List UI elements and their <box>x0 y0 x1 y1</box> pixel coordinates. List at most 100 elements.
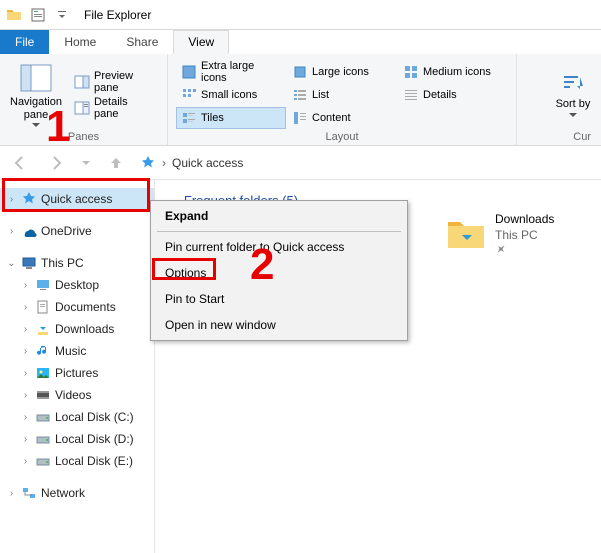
group-label-panes: Panes <box>8 131 159 143</box>
chevron-right-icon[interactable]: › <box>20 280 31 291</box>
ribbon-tabs: File Home Share View <box>0 30 601 54</box>
group-label-layout: Layout <box>176 131 508 143</box>
qat-dropdown-icon[interactable] <box>52 5 72 25</box>
ctx-pin-start[interactable]: Pin to Start <box>153 286 405 312</box>
sort-by-label: Sort by <box>556 98 591 110</box>
star-icon <box>21 191 37 207</box>
tile-location: This PC <box>495 228 554 244</box>
sort-by-button[interactable]: Sort by <box>553 58 593 131</box>
tree-pictures[interactable]: › Pictures <box>0 362 154 384</box>
tree-label: Videos <box>55 388 91 402</box>
details-pane-button[interactable]: Details pane <box>70 97 159 119</box>
chevron-right-icon[interactable]: › <box>20 302 31 313</box>
documents-icon <box>35 299 51 315</box>
layout-extra-large[interactable]: Extra large icons <box>176 61 286 83</box>
navigation-pane-label: Navigation pane <box>10 96 62 120</box>
chevron-right-icon[interactable]: › <box>20 390 31 401</box>
up-button[interactable] <box>104 151 128 175</box>
preview-pane-icon <box>74 74 90 90</box>
downloads-icon <box>35 321 51 337</box>
context-menu: Expand Pin current folder to Quick acces… <box>150 200 408 341</box>
large-icons-icon <box>292 64 308 80</box>
network-icon <box>21 485 37 501</box>
navigation-pane-button[interactable]: Navigation pane <box>8 58 64 131</box>
window-title: File Explorer <box>84 8 151 22</box>
tree-desktop[interactable]: › Desktop <box>0 274 154 296</box>
forward-button[interactable] <box>44 151 68 175</box>
layout-medium[interactable]: Medium icons <box>398 61 508 83</box>
ribbon: Navigation pane Preview pane Details pan… <box>0 54 601 146</box>
tree-local-disk-e[interactable]: › Local Disk (E:) <box>0 450 154 472</box>
tab-home[interactable]: Home <box>49 30 111 54</box>
tree-label: OneDrive <box>41 224 92 238</box>
chevron-right-icon[interactable]: › <box>6 488 17 499</box>
drive-icon <box>35 431 51 447</box>
folder-downloads-icon <box>445 212 487 254</box>
tab-view[interactable]: View <box>173 30 229 54</box>
chevron-down-icon[interactable]: ⌄ <box>6 258 17 269</box>
videos-icon <box>35 387 51 403</box>
tree-videos[interactable]: › Videos <box>0 384 154 406</box>
desktop-icon <box>35 277 51 293</box>
chevron-right-icon[interactable]: › <box>20 434 31 445</box>
back-button[interactable] <box>8 151 32 175</box>
details-pane-icon <box>74 100 90 116</box>
tree-label: Music <box>55 344 86 358</box>
properties-icon[interactable] <box>28 5 48 25</box>
tree-label: Local Disk (C:) <box>55 410 134 424</box>
layout-details[interactable]: Details <box>398 84 508 106</box>
layout-tiles[interactable]: Tiles <box>176 107 286 129</box>
preview-pane-label: Preview pane <box>94 70 155 94</box>
tree-local-disk-d[interactable]: › Local Disk (D:) <box>0 428 154 450</box>
tree-quick-access[interactable]: › Quick access <box>0 188 154 210</box>
pin-icon <box>495 243 554 255</box>
recent-locations-button[interactable] <box>80 151 92 175</box>
tree-this-pc[interactable]: ⌄ This PC <box>0 252 154 274</box>
tree-documents[interactable]: › Documents <box>0 296 154 318</box>
ribbon-group-sort: Sort by Cur <box>517 54 601 145</box>
ribbon-group-layout: Extra large icons Large icons Medium ico… <box>168 54 517 145</box>
tile-downloads[interactable]: Downloads This PC <box>445 212 554 255</box>
content-icon <box>292 110 308 126</box>
navigation-tree[interactable]: › Quick access › OneDrive ⌄ This PC › De… <box>0 180 155 553</box>
tree-label: This PC <box>41 256 84 270</box>
drive-icon <box>35 409 51 425</box>
list-icon <box>292 87 308 103</box>
breadcrumb[interactable]: › Quick access <box>140 155 243 171</box>
chevron-down-icon <box>32 123 40 127</box>
chevron-right-icon[interactable]: › <box>20 456 31 467</box>
music-icon <box>35 343 51 359</box>
preview-pane-button[interactable]: Preview pane <box>70 71 159 93</box>
tree-onedrive[interactable]: › OneDrive <box>0 220 154 242</box>
layout-list[interactable]: List <box>287 84 397 106</box>
chevron-right-icon[interactable]: › <box>6 226 17 237</box>
ctx-options[interactable]: Options <box>153 260 405 286</box>
layout-large[interactable]: Large icons <box>287 61 397 83</box>
ctx-expand[interactable]: Expand <box>153 203 405 229</box>
ctx-pin-quick-access[interactable]: Pin current folder to Quick access <box>153 234 405 260</box>
cloud-icon <box>21 223 37 239</box>
monitor-icon <box>21 255 37 271</box>
tile-name: Downloads <box>495 212 554 228</box>
tab-share[interactable]: Share <box>111 30 173 54</box>
chevron-right-icon[interactable]: › <box>20 324 31 335</box>
layout-small[interactable]: Small icons <box>176 84 286 106</box>
tree-local-disk-c[interactable]: › Local Disk (C:) <box>0 406 154 428</box>
chevron-right-icon: › <box>162 156 166 170</box>
layout-content[interactable]: Content <box>287 107 397 129</box>
chevron-right-icon[interactable]: › <box>20 412 31 423</box>
tree-label: Pictures <box>55 366 98 380</box>
breadcrumb-quick-access[interactable]: Quick access <box>172 156 243 170</box>
chevron-right-icon[interactable]: › <box>6 194 17 205</box>
details-icon <box>403 87 419 103</box>
small-icons-icon <box>181 87 197 103</box>
chevron-right-icon[interactable]: › <box>20 346 31 357</box>
tree-network[interactable]: › Network <box>0 482 154 504</box>
tree-music[interactable]: › Music <box>0 340 154 362</box>
tab-file[interactable]: File <box>0 30 49 54</box>
extra-large-icons-icon <box>181 64 197 80</box>
ctx-open-new-window[interactable]: Open in new window <box>153 312 405 338</box>
tree-downloads[interactable]: › Downloads <box>0 318 154 340</box>
chevron-right-icon[interactable]: › <box>20 368 31 379</box>
pictures-icon <box>35 365 51 381</box>
